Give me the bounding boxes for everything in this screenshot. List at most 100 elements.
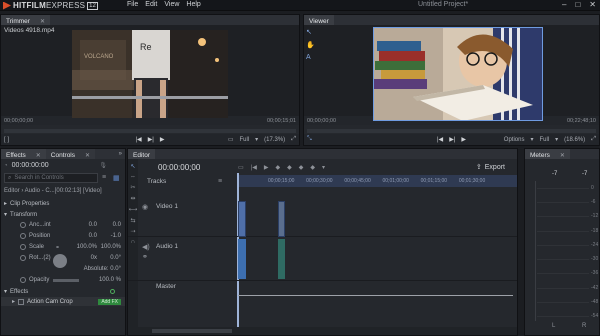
tab-controls[interactable]: Controls ✕ — [45, 149, 96, 159]
tab-trimmer[interactable]: Trimmer ✕ — [1, 15, 50, 25]
keyframe-icon[interactable] — [20, 255, 26, 261]
trimmer-scrubber[interactable] — [4, 129, 296, 133]
keyframe-icon[interactable] — [20, 244, 26, 250]
trimmer-time-end: 00;00;15;01 — [266, 117, 296, 124]
close-icon[interactable]: ✕ — [560, 152, 565, 159]
step-forward-button[interactable]: ▶| — [148, 136, 154, 143]
in-point-icon[interactable]: [ ] — [4, 137, 9, 143]
rotation-dial[interactable] — [53, 254, 67, 268]
panel-menu-icon[interactable]: » — [119, 151, 122, 157]
link-icon[interactable]: ⚭ — [55, 244, 60, 251]
mic-icon[interactable]: 🎙 — [99, 162, 107, 169]
menu-edit[interactable]: Edit — [145, 1, 157, 8]
scrollbar-thumb[interactable] — [152, 329, 232, 333]
chevron-down-icon[interactable]: ▾ — [555, 136, 558, 143]
monitor-icon[interactable]: ▭ — [238, 164, 244, 171]
export-button[interactable]: ⇪ Export — [476, 163, 505, 172]
close-icon[interactable]: ✕ — [40, 18, 45, 25]
step-back-button[interactable]: |◀ — [136, 136, 142, 143]
play-icon[interactable]: ▶ — [264, 164, 269, 171]
trimmer-quality-select[interactable]: Full — [239, 137, 249, 143]
step-back-icon[interactable]: |◀ — [251, 164, 257, 171]
diamond-icon[interactable]: ◆ — [310, 164, 315, 171]
fullscreen-icon[interactable]: ⤢ — [291, 136, 296, 143]
prop-rotation-degrees[interactable]: 0.0° — [101, 255, 121, 261]
close-icon[interactable]: ✕ — [36, 152, 41, 159]
add-fx-button[interactable]: Add FX — [98, 298, 121, 305]
editor-timecode: 00:00:00;00 — [158, 163, 201, 172]
text-tool-icon[interactable]: A — [306, 54, 315, 61]
close-button[interactable]: ✕ — [589, 0, 596, 9]
controls-timecode: 00:00:00:00 — [11, 162, 49, 169]
timeline-ruler[interactable]: 00;00;15;00 00;00;30;00 00;00;45;00 00;01;0… — [238, 175, 517, 187]
prop-anchor-x[interactable]: 0.0 — [83, 222, 97, 228]
slip-tool-icon[interactable]: ⇔ — [130, 174, 136, 180]
link-icon[interactable]: ⚭ — [142, 253, 148, 261]
prop-position-x[interactable]: 0.0 — [83, 233, 97, 239]
prop-scale-y[interactable]: 100.0% — [99, 244, 121, 250]
tab-meters[interactable]: Meters ✕ — [525, 149, 570, 159]
viewer-play-button[interactable]: ▶ — [461, 136, 466, 143]
chevron-down-icon[interactable]: ▾ — [255, 136, 258, 143]
select-tool-icon[interactable]: ↖ — [306, 28, 315, 36]
menu-view[interactable]: View — [164, 1, 179, 8]
close-icon[interactable]: ✕ — [85, 152, 90, 159]
audio-clip[interactable] — [238, 239, 246, 279]
viewer-selection-box[interactable] — [373, 27, 543, 121]
prop-scale-x[interactable]: 100.0% — [73, 244, 97, 250]
prop-anchor-y[interactable]: 0.0 — [101, 222, 121, 228]
clip-properties-section[interactable]: ▸ Clip Properties — [1, 199, 125, 208]
effects-section[interactable]: ▾ Effects — [1, 287, 125, 296]
video-clip[interactable] — [238, 201, 246, 237]
diamond-icon[interactable]: ◆ — [299, 164, 304, 171]
maximize-button[interactable]: □ — [575, 0, 580, 9]
controls-search-input[interactable]: ⌕ Search in Controls — [4, 173, 98, 183]
editor-scrollbar[interactable] — [138, 327, 517, 335]
viewer-expand-icon[interactable]: ⤡ — [307, 136, 312, 143]
effect-list-item[interactable]: ▸ Action Cam Crop Add FX — [1, 297, 125, 306]
marker-icon[interactable]: ▾ — [322, 164, 325, 171]
keyframe-icon[interactable] — [20, 277, 26, 283]
transform-section[interactable]: ▾ Transform — [1, 210, 125, 219]
list-view-icon[interactable]: ≡ — [102, 174, 106, 181]
viewer-options-button[interactable]: Options — [504, 137, 525, 143]
select-tool-icon[interactable]: ↖ — [130, 163, 135, 170]
svg-text:VOLCANO: VOLCANO — [84, 54, 114, 60]
video-clip[interactable] — [278, 201, 285, 237]
grid-view-icon[interactable]: ▦ — [113, 174, 120, 182]
play-button[interactable]: ▶ — [160, 136, 165, 143]
viewer-quality-select[interactable]: Full — [539, 137, 549, 143]
keyframe-icon[interactable] — [20, 222, 26, 228]
menu-help[interactable]: Help — [186, 1, 200, 8]
speaker-icon[interactable]: ◀) — [142, 243, 150, 251]
audio-clip[interactable] — [278, 239, 285, 279]
monitor-icon[interactable]: ▭ — [228, 136, 234, 143]
viewer-step-back-button[interactable]: |◀ — [437, 136, 443, 143]
export-label: Export — [484, 163, 505, 171]
fullscreen-icon[interactable]: ⤢ — [591, 136, 596, 143]
viewer-zoom[interactable]: (18.6%) — [564, 137, 585, 143]
keyframe-icon[interactable] — [20, 233, 26, 239]
menu-file[interactable]: File — [127, 1, 138, 8]
prop-opacity-value[interactable]: 100.0 % — [93, 277, 121, 283]
tab-viewer-label: Viewer — [309, 17, 329, 25]
chevron-down-icon[interactable]: ▾ — [530, 136, 533, 143]
razor-tool-icon[interactable]: ✂ — [130, 184, 135, 191]
opacity-slider[interactable] — [53, 279, 79, 282]
diamond-icon[interactable]: ◆ — [275, 164, 280, 171]
minimize-button[interactable]: – — [562, 0, 566, 9]
prop-position-y[interactable]: -1.0 — [101, 233, 121, 239]
prop-rotation-turns[interactable]: 0x — [83, 255, 97, 261]
tab-effects[interactable]: Effects ✕ — [1, 149, 46, 159]
effect-checkbox[interactable] — [18, 298, 25, 305]
hand-tool-icon[interactable]: ✋ — [306, 41, 315, 49]
peak-left: -7 — [552, 171, 558, 177]
tracks-menu-icon[interactable]: ≡ — [218, 178, 222, 185]
trimmer-zoom[interactable]: (17.3%) — [264, 137, 285, 143]
viewer-step-forward-button[interactable]: ▶| — [449, 136, 455, 143]
viewer-scrubber[interactable] — [307, 129, 596, 133]
tab-editor[interactable]: Editor — [128, 149, 155, 159]
diamond-icon[interactable]: ◆ — [287, 164, 292, 171]
tab-viewer[interactable]: Viewer — [304, 15, 334, 25]
eye-icon[interactable]: ◉ — [142, 203, 148, 211]
